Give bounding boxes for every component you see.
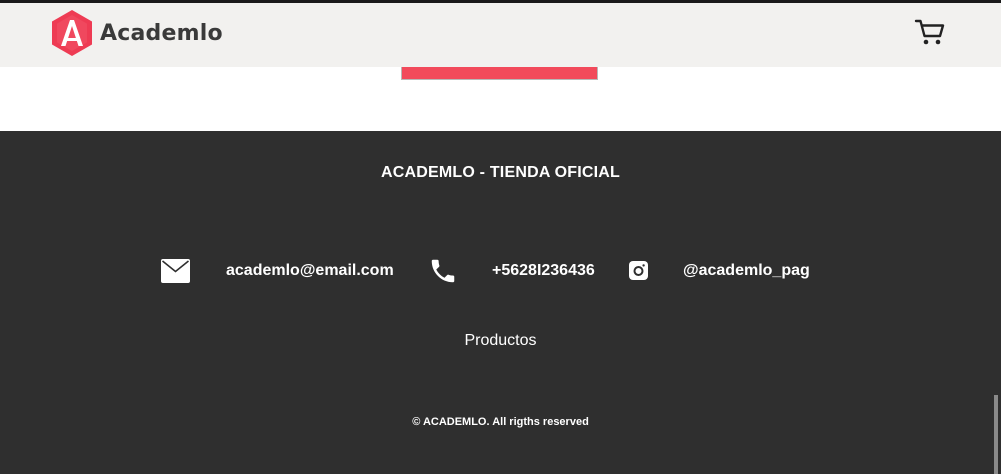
footer-title: ACADEMLO - TIENDA OFICIAL [380, 164, 621, 181]
cart-icon [914, 19, 945, 45]
contact-phone[interactable]: +5628I236436 [492, 262, 595, 280]
footer: ACADEMLO - TIENDA OFICIAL academlo@email… [0, 131, 1001, 474]
cart-button[interactable] [914, 17, 946, 47]
content-area [0, 67, 1001, 131]
academlo-logo-icon [52, 10, 92, 56]
envelope-icon [161, 259, 190, 283]
scrollbar-thumb[interactable] [994, 395, 998, 474]
action-button[interactable] [401, 67, 598, 80]
contact-instagram[interactable]: @academlo_pag [683, 262, 810, 280]
page: Academlo ACADEMLO - TIENDA OFICIAL acade… [0, 0, 1001, 474]
copyright-text: © ACADEMLO. All rigths reserved [412, 416, 589, 428]
brand-logo[interactable]: Academlo [50, 9, 223, 57]
instagram-icon [629, 261, 648, 280]
brand-name: Academlo [100, 20, 223, 46]
contact-email[interactable]: academlo@email.com [226, 262, 394, 280]
footer-link-productos[interactable]: Productos [0, 332, 1001, 350]
phone-icon [431, 259, 455, 283]
navbar: Academlo [0, 3, 1001, 67]
